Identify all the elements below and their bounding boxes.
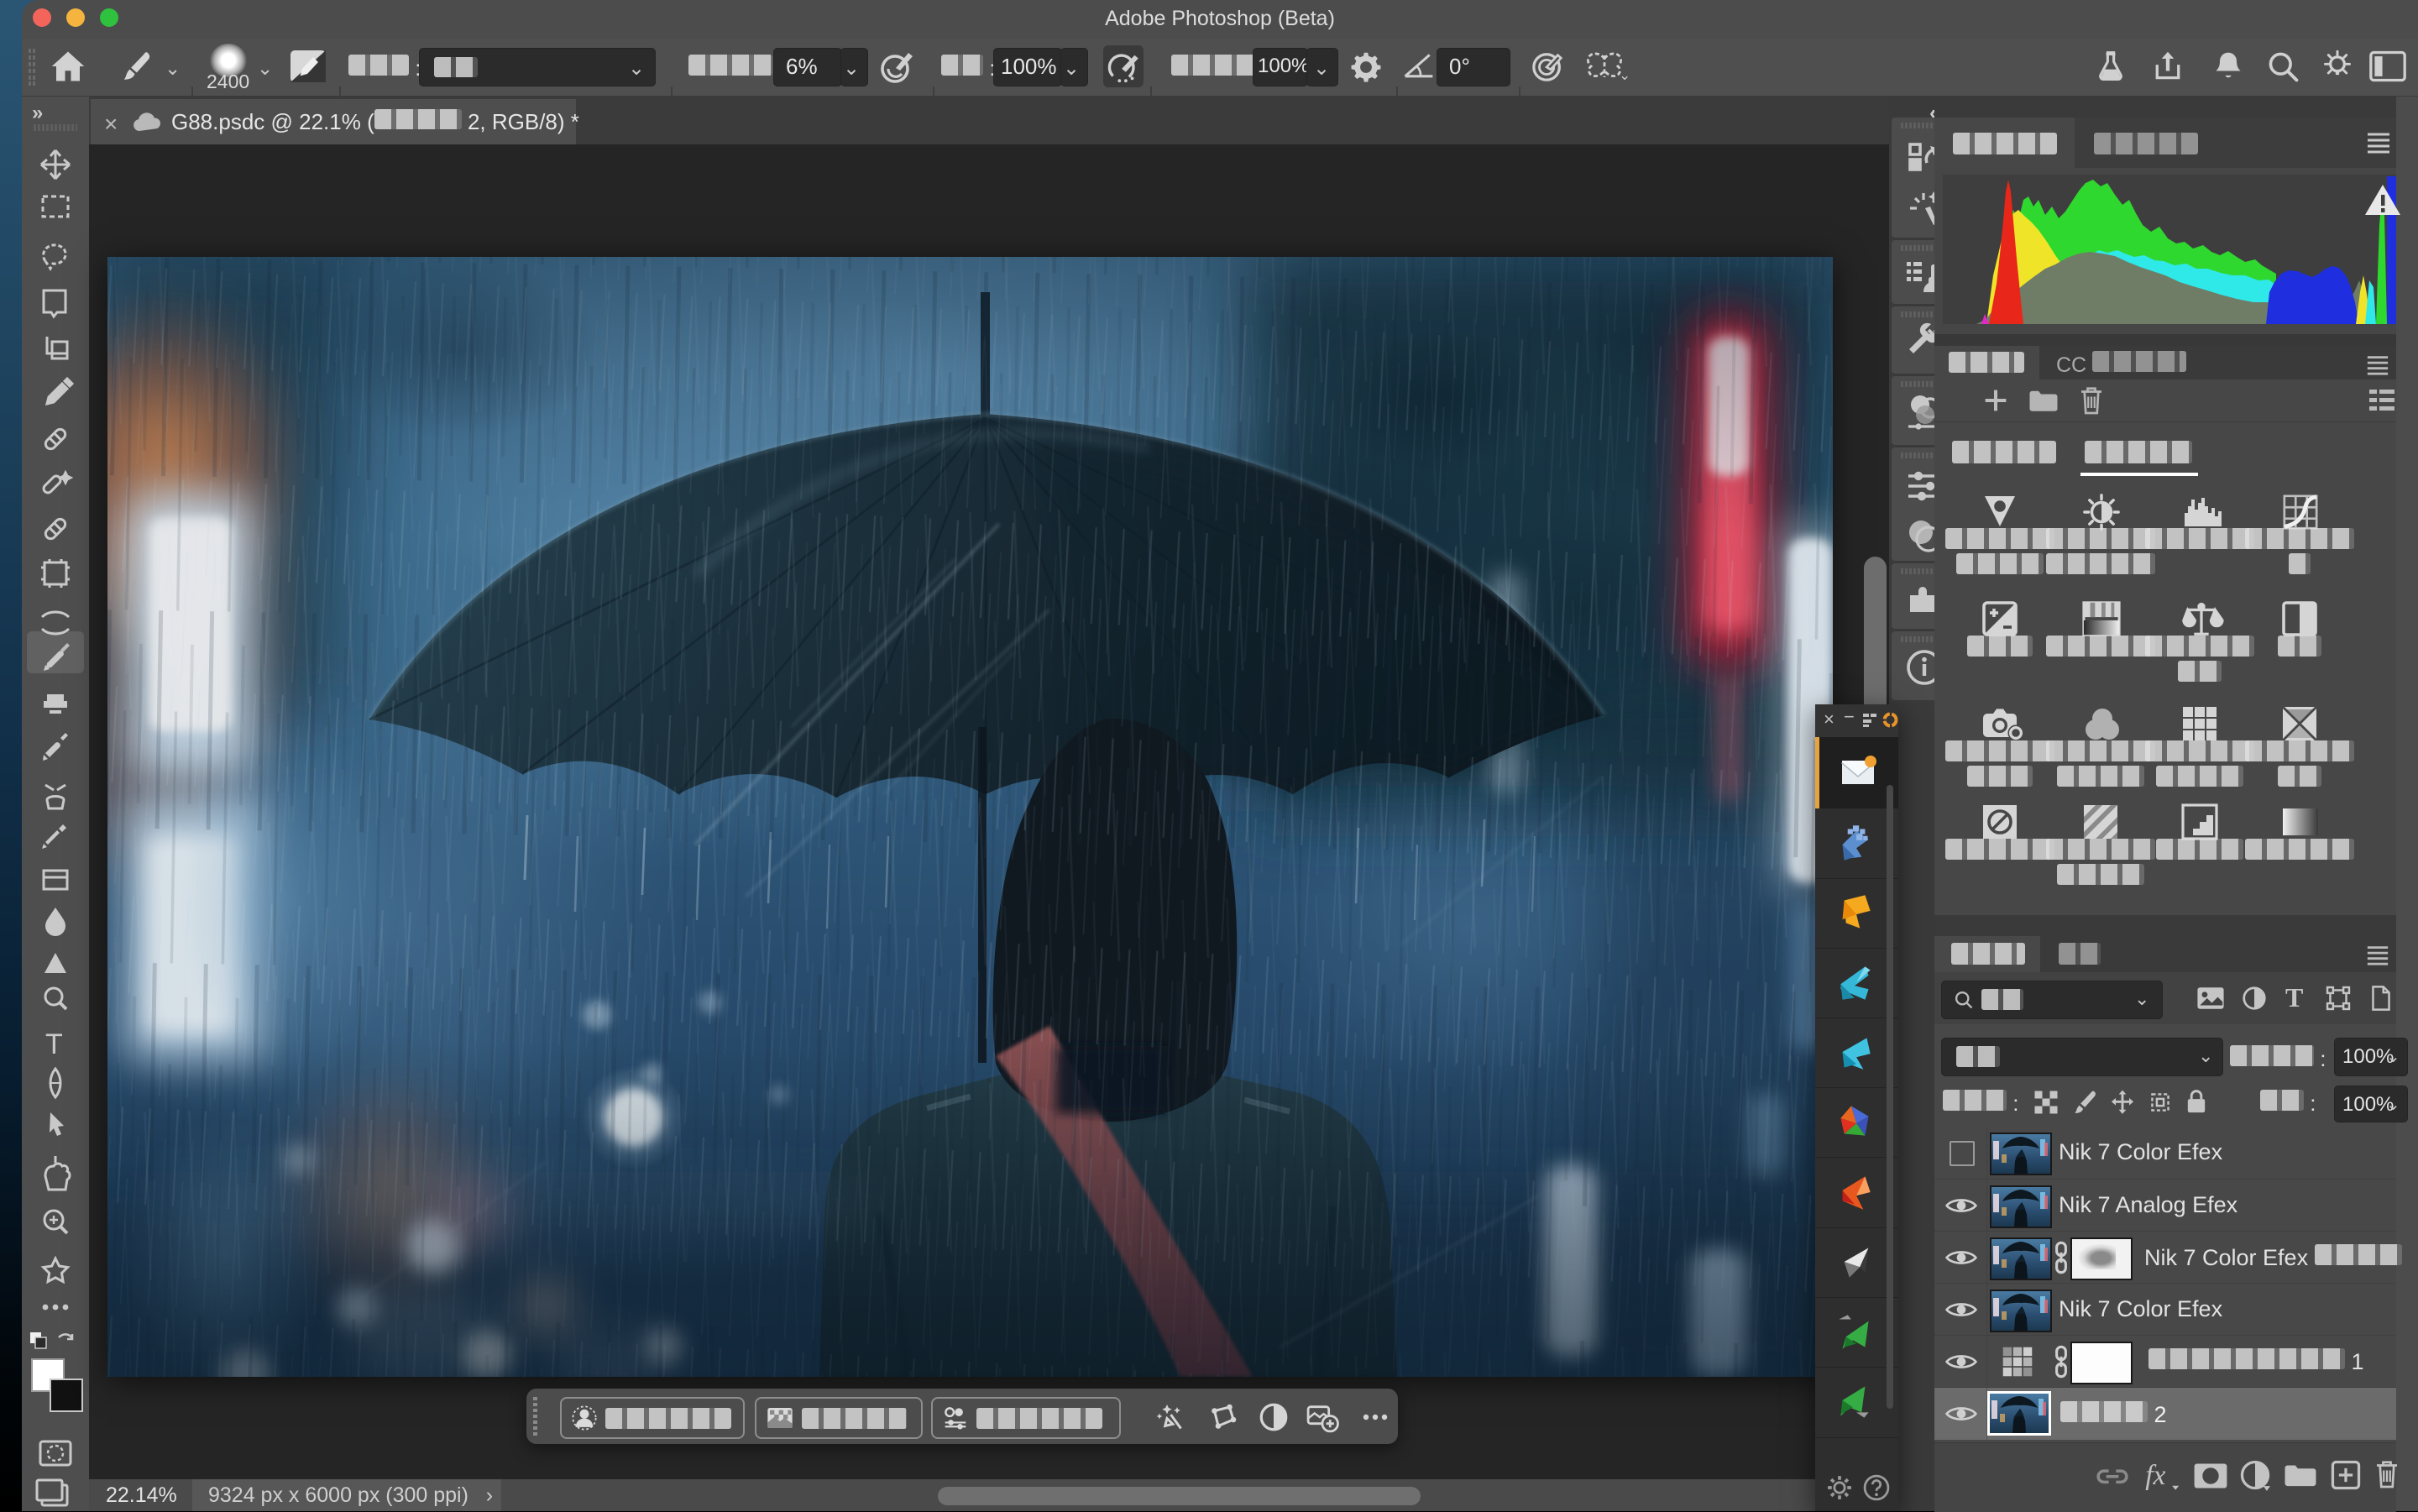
svg-text:fx: fx bbox=[2145, 1460, 2165, 1491]
svg-text:T: T bbox=[45, 1028, 63, 1060]
